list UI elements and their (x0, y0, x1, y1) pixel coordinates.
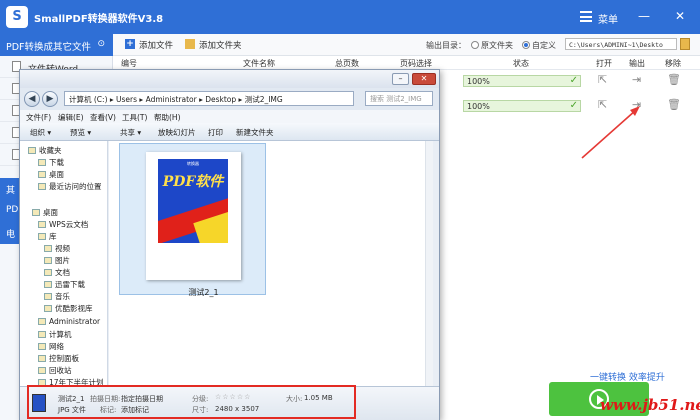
file-list-area: 转换器 PDF软件 测试2_1 (109, 141, 433, 386)
menu-edit[interactable]: 编辑(E) (58, 112, 84, 123)
forward-button[interactable]: ▶ (42, 91, 58, 107)
print-button[interactable]: 打印 (208, 127, 223, 138)
breadcrumb[interactable]: 计算机 (C:) ▸ Users ▸ Administrator ▸ Deskt… (64, 91, 354, 106)
preview-button[interactable]: 预览 ▾ (70, 127, 91, 138)
menu-help[interactable]: 帮助(H) (154, 112, 181, 123)
highlight-box (27, 385, 356, 419)
arrow-to-output (581, 109, 637, 159)
watermark: www.jb51.net (600, 396, 700, 414)
cover-subtitle: 转换器 (187, 161, 199, 166)
share-button[interactable]: 共享 ▾ (120, 127, 141, 138)
nav-network[interactable]: 网络 (38, 341, 64, 352)
search-input[interactable]: 搜索 测试2_IMG (365, 91, 433, 106)
nav-wps-cloud[interactable]: WPS云文档 (38, 219, 88, 230)
slideshow-button[interactable]: 放映幻灯片 (158, 127, 196, 138)
nav-xunlei[interactable]: 迅雷下载 (44, 279, 85, 290)
dialog-close-button[interactable]: ✕ (412, 73, 436, 85)
dialog-minimize-button[interactable]: – (392, 73, 409, 85)
nav-computer[interactable]: 计算机 (38, 329, 72, 340)
nav-control-panel[interactable]: 控制面板 (38, 353, 79, 364)
explorer-menubar: 文件(F) 编辑(E) 查看(V) 工具(T) 帮助(H) (20, 110, 439, 123)
file-thumbnail[interactable]: 转换器 PDF软件 (146, 152, 241, 280)
nav-videos[interactable]: 视频 (44, 243, 70, 254)
menu-tools[interactable]: 工具(T) (122, 112, 147, 123)
nav-recent[interactable]: 最近访问的位置 (38, 181, 102, 192)
dialog-titlebar: – ✕ (20, 70, 439, 88)
file-item-selected[interactable]: 转换器 PDF软件 测试2_1 (119, 143, 266, 297)
nav-library[interactable]: 库 (38, 231, 57, 242)
back-button[interactable]: ◀ (24, 91, 40, 107)
nav-desktop-root[interactable]: 桌面 (32, 207, 58, 218)
content-scrollbar[interactable] (425, 141, 433, 386)
nav-music[interactable]: 音乐 (44, 291, 70, 302)
nav-pictures[interactable]: 图片 (44, 255, 70, 266)
pdf-cover-image: 转换器 PDF软件 (158, 159, 228, 243)
nav-youku[interactable]: 优酷影视库 (44, 303, 93, 314)
new-folder-button[interactable]: 新建文件夹 (236, 127, 274, 138)
cover-title: PDF软件 (162, 174, 224, 190)
nav-desktop[interactable]: 桌面 (38, 169, 64, 180)
nav-administrator[interactable]: Administrator (38, 317, 100, 326)
file-name-label: 测试2_1 (188, 288, 219, 297)
nav-downloads[interactable]: 下载 (38, 157, 64, 168)
explorer-command-bar: 组织 ▾ 预览 ▾ 共享 ▾ 放映幻灯片 打印 新建文件夹 (20, 123, 439, 141)
nav-recycle-bin[interactable]: 回收站 (38, 365, 72, 376)
nav-documents[interactable]: 文档 (44, 267, 70, 278)
nav-favorites[interactable]: 收藏夹 (28, 145, 62, 156)
organize-button[interactable]: 组织 ▾ (30, 127, 51, 138)
menu-view[interactable]: 查看(V) (90, 112, 116, 123)
file-explorer-dialog: – ✕ ◀ ▶ 计算机 (C:) ▸ Users ▸ Administrator… (19, 69, 440, 420)
menu-file[interactable]: 文件(F) (26, 112, 51, 123)
navigation-pane: 收藏夹 下载 桌面 最近访问的位置 桌面 WPS云文档 库 视频 图片 文档 迅… (20, 141, 108, 387)
address-bar-row: ◀ ▶ 计算机 (C:) ▸ Users ▸ Administrator ▸ D… (20, 88, 439, 110)
